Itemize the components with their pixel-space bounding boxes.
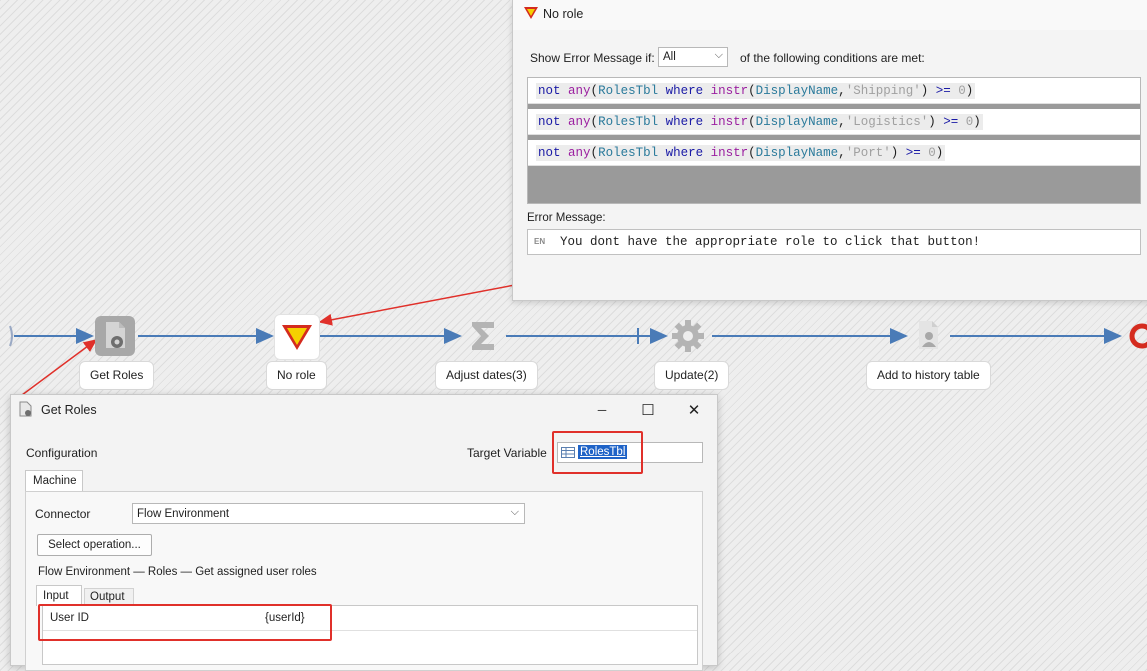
cond-keyword: not <box>538 115 561 129</box>
close-button[interactable]: ✕ <box>671 395 717 425</box>
end-node <box>1129 323 1147 349</box>
minimize-button[interactable]: ─ <box>579 395 625 425</box>
node-label-add-history[interactable]: Add to history table <box>866 361 991 390</box>
annotation-box-user-id <box>38 604 332 641</box>
node-no-role[interactable] <box>274 314 320 360</box>
condition-mode-value: All <box>663 51 676 63</box>
dialog-title: Get Roles <box>41 403 97 417</box>
condition-row[interactable]: not any(RolesTbl where instr(DisplayName… <box>528 109 1140 135</box>
conditions-list: not any(RolesTbl where instr(DisplayName… <box>527 77 1141 204</box>
gear-icon <box>672 320 704 352</box>
cond-field: DisplayName <box>755 146 839 160</box>
target-variable-label: Target Variable <box>467 446 547 460</box>
cond-string: 'Shipping' <box>845 84 921 98</box>
cond-function: any <box>568 146 591 160</box>
cond-string: 'Port' <box>845 146 891 160</box>
cond-function: any <box>568 115 591 129</box>
cond-table: RolesTbl <box>598 115 659 129</box>
node-update[interactable] <box>668 316 708 356</box>
cond-field: DisplayName <box>755 84 839 98</box>
get-roles-icon <box>19 401 32 417</box>
cond-function: instr <box>710 115 749 129</box>
no-role-panel: No role Show Error Message if: All ⌵ of … <box>512 0 1147 301</box>
cond-table: RolesTbl <box>598 146 659 160</box>
cond-keyword: where <box>665 84 704 98</box>
show-error-label: Show Error Message if: <box>530 51 655 65</box>
tab-machine[interactable]: Machine <box>25 470 83 492</box>
cond-number: 0 <box>928 146 936 160</box>
cond-keyword: not <box>538 84 561 98</box>
sigma-icon <box>472 322 494 350</box>
cond-function: instr <box>710 146 749 160</box>
cond-number: 0 <box>965 115 974 129</box>
operation-path: Flow Environment — Roles — Get assigned … <box>38 566 317 578</box>
tab-output-label: Output <box>90 591 125 603</box>
configuration-label: Configuration <box>26 446 98 460</box>
flow-start-stub <box>9 325 13 347</box>
no-role-title: No role <box>543 7 584 21</box>
cond-operator: >= <box>935 84 951 98</box>
tab-machine-label: Machine <box>33 475 77 487</box>
validation-triangle-icon <box>282 325 312 350</box>
chevron-down-icon: ⌵ <box>714 49 723 61</box>
error-message-text: You dont have the appropriate role to cl… <box>560 235 981 249</box>
cond-operator: >= <box>943 115 959 129</box>
cond-function: any <box>568 84 591 98</box>
cond-number: 0 <box>958 84 966 98</box>
condition-mode-select[interactable]: All ⌵ <box>658 47 728 67</box>
language-badge: EN <box>534 237 546 246</box>
cond-function: instr <box>710 84 749 98</box>
no-role-header: No role <box>513 0 1147 30</box>
tab-input-label: Input <box>43 590 69 602</box>
annotation-box-target-variable <box>552 431 643 474</box>
get-roles-icon <box>106 322 125 348</box>
cond-keyword: where <box>665 146 704 160</box>
connector-label: Connector <box>35 507 91 521</box>
cond-field: DisplayName <box>755 115 839 129</box>
user-doc-icon <box>919 321 938 349</box>
chevron-down-icon: ⌵ <box>510 506 519 518</box>
condition-row[interactable]: not any(RolesTbl where instr(DisplayName… <box>528 140 1140 166</box>
cond-keyword: not <box>538 146 561 160</box>
node-label-update[interactable]: Update(2) <box>654 361 730 390</box>
conditions-suffix: of the following conditions are met: <box>740 51 925 65</box>
select-operation-label: Select operation... <box>48 539 141 551</box>
cond-string: 'Logistics' <box>845 115 929 129</box>
cond-keyword: where <box>665 115 704 129</box>
cond-table: RolesTbl <box>598 84 659 98</box>
select-operation-button[interactable]: Select operation... <box>37 534 152 556</box>
error-message-label: Error Message: <box>527 212 606 224</box>
connector-value: Flow Environment <box>137 508 230 520</box>
machine-tab-content: Connector Flow Environment ⌵ Select oper… <box>25 491 703 671</box>
node-label-adjust-dates[interactable]: Adjust dates(3) <box>435 361 538 390</box>
connector-select[interactable]: Flow Environment ⌵ <box>132 503 525 524</box>
maximize-button[interactable]: ☐ <box>625 395 671 425</box>
node-label-get-roles[interactable]: Get Roles <box>79 361 155 390</box>
node-label-no-role[interactable]: No role <box>266 361 327 390</box>
node-get-roles[interactable] <box>95 316 135 356</box>
condition-row[interactable]: not any(RolesTbl where instr(DisplayName… <box>528 78 1140 104</box>
tab-input[interactable]: Input <box>36 585 82 606</box>
cond-operator: >= <box>905 146 921 160</box>
error-message-field[interactable]: EN You dont have the appropriate role to… <box>527 229 1141 255</box>
validation-triangle-icon <box>524 7 538 19</box>
dialog-titlebar[interactable]: Get Roles ─ ☐ ✕ <box>11 395 715 425</box>
node-adjust-dates[interactable] <box>463 316 503 356</box>
node-add-history[interactable] <box>908 316 948 356</box>
